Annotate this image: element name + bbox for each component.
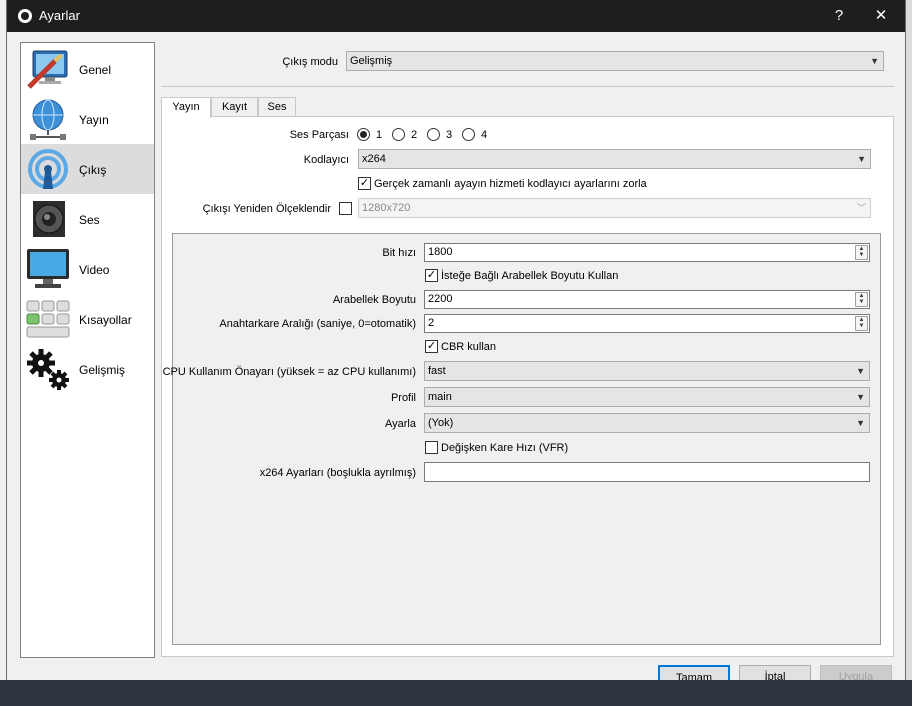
- chevron-down-icon: ▼: [856, 392, 865, 402]
- audio-track-radio-label: 2: [411, 129, 418, 141]
- chevron-down-icon: ▼: [856, 418, 865, 428]
- cbr-checkbox[interactable]: ✓: [425, 340, 438, 353]
- tab-stream[interactable]: Yayın: [161, 97, 211, 118]
- help-button[interactable]: ?: [825, 5, 853, 27]
- sidebar-item-label: Çıkış: [79, 163, 107, 177]
- tab-recording[interactable]: Kayıt: [211, 97, 258, 117]
- audio-track-radio-label: 4: [481, 129, 488, 141]
- speaker-icon: [33, 201, 65, 237]
- keyboard-icon: [26, 300, 70, 338]
- cpu-preset-value: fast: [428, 365, 446, 377]
- cpu-preset-label: CPU Kullanım Önayarı (yüksek = az CPU ku…: [162, 366, 416, 378]
- separator: [161, 86, 894, 87]
- bitrate-label: Bit hızı: [382, 247, 416, 259]
- custom-buffer-checkbox[interactable]: ✓: [425, 269, 438, 282]
- profile-value: main: [428, 391, 452, 403]
- chevron-down-icon: ▼: [870, 56, 879, 66]
- audio-track-radio-3[interactable]: [427, 128, 440, 141]
- audio-track-radio-label: 1: [376, 129, 383, 141]
- background-window-right: [906, 0, 912, 706]
- rescale-resolution-select: 1280x720 ﹀: [358, 198, 871, 218]
- encoder-value: x264: [362, 153, 386, 165]
- settings-sidebar: Genel Yayın Çıkış Ses Video Kısayollar G…: [20, 42, 155, 658]
- audio-track-radio-4[interactable]: [462, 128, 475, 141]
- broadcast-icon: [28, 149, 68, 189]
- audio-track-radio-2[interactable]: [392, 128, 405, 141]
- ok-button[interactable]: Tamam: [658, 665, 730, 680]
- sidebar-item-label: Kısayollar: [79, 313, 132, 327]
- settings-window: Ayarlar ? ✕ Genel Yayın Çıkış Ses Video …: [6, 0, 906, 680]
- x264-options-input[interactable]: [424, 462, 870, 482]
- x264-options-label: x264 Ayarları (boşlukla ayrılmış): [259, 467, 416, 479]
- tab-audio[interactable]: Ses: [258, 97, 296, 117]
- output-mode-value: Gelişmiş: [350, 55, 393, 67]
- enforce-settings-label: Gerçek zamanlı ayayın hizmeti kodlayıcı …: [374, 178, 647, 190]
- sidebar-item-general[interactable]: Genel: [21, 44, 154, 94]
- tune-label: Ayarla: [385, 418, 416, 430]
- sidebar-item-output[interactable]: Çıkış: [21, 144, 154, 194]
- keyframe-interval-label: Anahtarkare Aralığı (saniye, 0=otomatik): [219, 318, 416, 330]
- keyframe-interval-stepper[interactable]: 2 ▲ ▼: [424, 314, 870, 333]
- buffer-size-stepper[interactable]: 2200 ▲ ▼: [424, 290, 870, 309]
- keyframe-interval-value: 2: [428, 317, 435, 329]
- cancel-button-label: İptal: [764, 671, 786, 680]
- cancel-button[interactable]: İptal: [739, 665, 811, 680]
- sidebar-item-advanced[interactable]: Gelişmiş: [21, 344, 154, 394]
- sidebar-item-audio[interactable]: Ses: [21, 194, 154, 244]
- bitrate-stepper[interactable]: 1800 ▲ ▼: [424, 243, 870, 262]
- sidebar-item-label: Yayın: [79, 113, 109, 127]
- sidebar-item-stream[interactable]: Yayın: [21, 94, 154, 144]
- buffer-size-label: Arabellek Boyutu: [332, 294, 416, 306]
- encoder-label: Kodlayıcı: [303, 154, 349, 166]
- encoder-select[interactable]: x264 ▼: [358, 149, 871, 169]
- chevron-down-icon: ▼: [856, 366, 865, 376]
- enforce-settings-checkbox[interactable]: ✓: [358, 177, 371, 190]
- display-icon: [27, 249, 69, 288]
- chevron-down-icon: ﹀: [856, 203, 866, 213]
- chevron-down-icon: ▼: [857, 154, 866, 164]
- stepper-arrows-icon[interactable]: ▲ ▼: [855, 245, 868, 260]
- close-button[interactable]: ✕: [867, 5, 895, 27]
- tune-select[interactable]: (Yok) ▼: [424, 413, 870, 433]
- vfr-checkbox[interactable]: [425, 441, 438, 454]
- gears-icon: [27, 349, 69, 390]
- audio-track-radio-1[interactable]: [357, 128, 370, 141]
- bitrate-value: 1800: [428, 246, 453, 258]
- sidebar-item-label: Genel: [79, 63, 112, 77]
- monitor-brush-icon: [27, 50, 68, 89]
- audio-track-radio-label: 3: [446, 129, 453, 141]
- profile-select[interactable]: main ▼: [424, 387, 870, 407]
- title-bar: Ayarlar ? ✕: [7, 0, 905, 32]
- stepper-arrows-icon[interactable]: ▲ ▼: [855, 292, 868, 307]
- ok-button-label: Tamam: [675, 672, 713, 680]
- vfr-label: Değişken Kare Hızı (VFR): [441, 442, 569, 454]
- output-mode-label: Çıkış modu: [282, 56, 338, 68]
- cpu-preset-select[interactable]: fast ▼: [424, 361, 870, 381]
- window-title: Ayarlar: [39, 8, 80, 23]
- sidebar-item-label: Video: [79, 263, 110, 277]
- rescale-output-checkbox[interactable]: [339, 202, 352, 215]
- obs-logo-icon: [18, 9, 32, 23]
- globe-network-icon: [30, 99, 66, 140]
- sidebar-item-label: Gelişmiş: [79, 363, 126, 377]
- custom-buffer-label: İsteğe Bağlı Arabellek Boyutu Kullan: [441, 270, 619, 282]
- taskbar: [0, 680, 912, 706]
- sidebar-item-video[interactable]: Video: [21, 244, 154, 294]
- apply-button: Uygula: [820, 665, 892, 680]
- profile-label: Profil: [390, 392, 416, 404]
- buffer-size-value: 2200: [428, 293, 453, 305]
- tune-value: (Yok): [428, 417, 454, 429]
- audio-track-label: Ses Parçası: [289, 129, 349, 141]
- cbr-label: CBR kullan: [441, 341, 497, 353]
- output-mode-select[interactable]: Gelişmiş ▼: [346, 51, 884, 71]
- rescale-resolution-value: 1280x720: [362, 202, 411, 214]
- sidebar-item-hotkeys[interactable]: Kısayollar: [21, 294, 154, 344]
- stepper-arrows-icon[interactable]: ▲ ▼: [855, 316, 868, 331]
- apply-button-label: Uygula: [838, 671, 874, 680]
- rescale-output-label: Çıkışı Yeniden Ölçeklendir: [202, 203, 331, 215]
- sidebar-item-label: Ses: [79, 213, 100, 227]
